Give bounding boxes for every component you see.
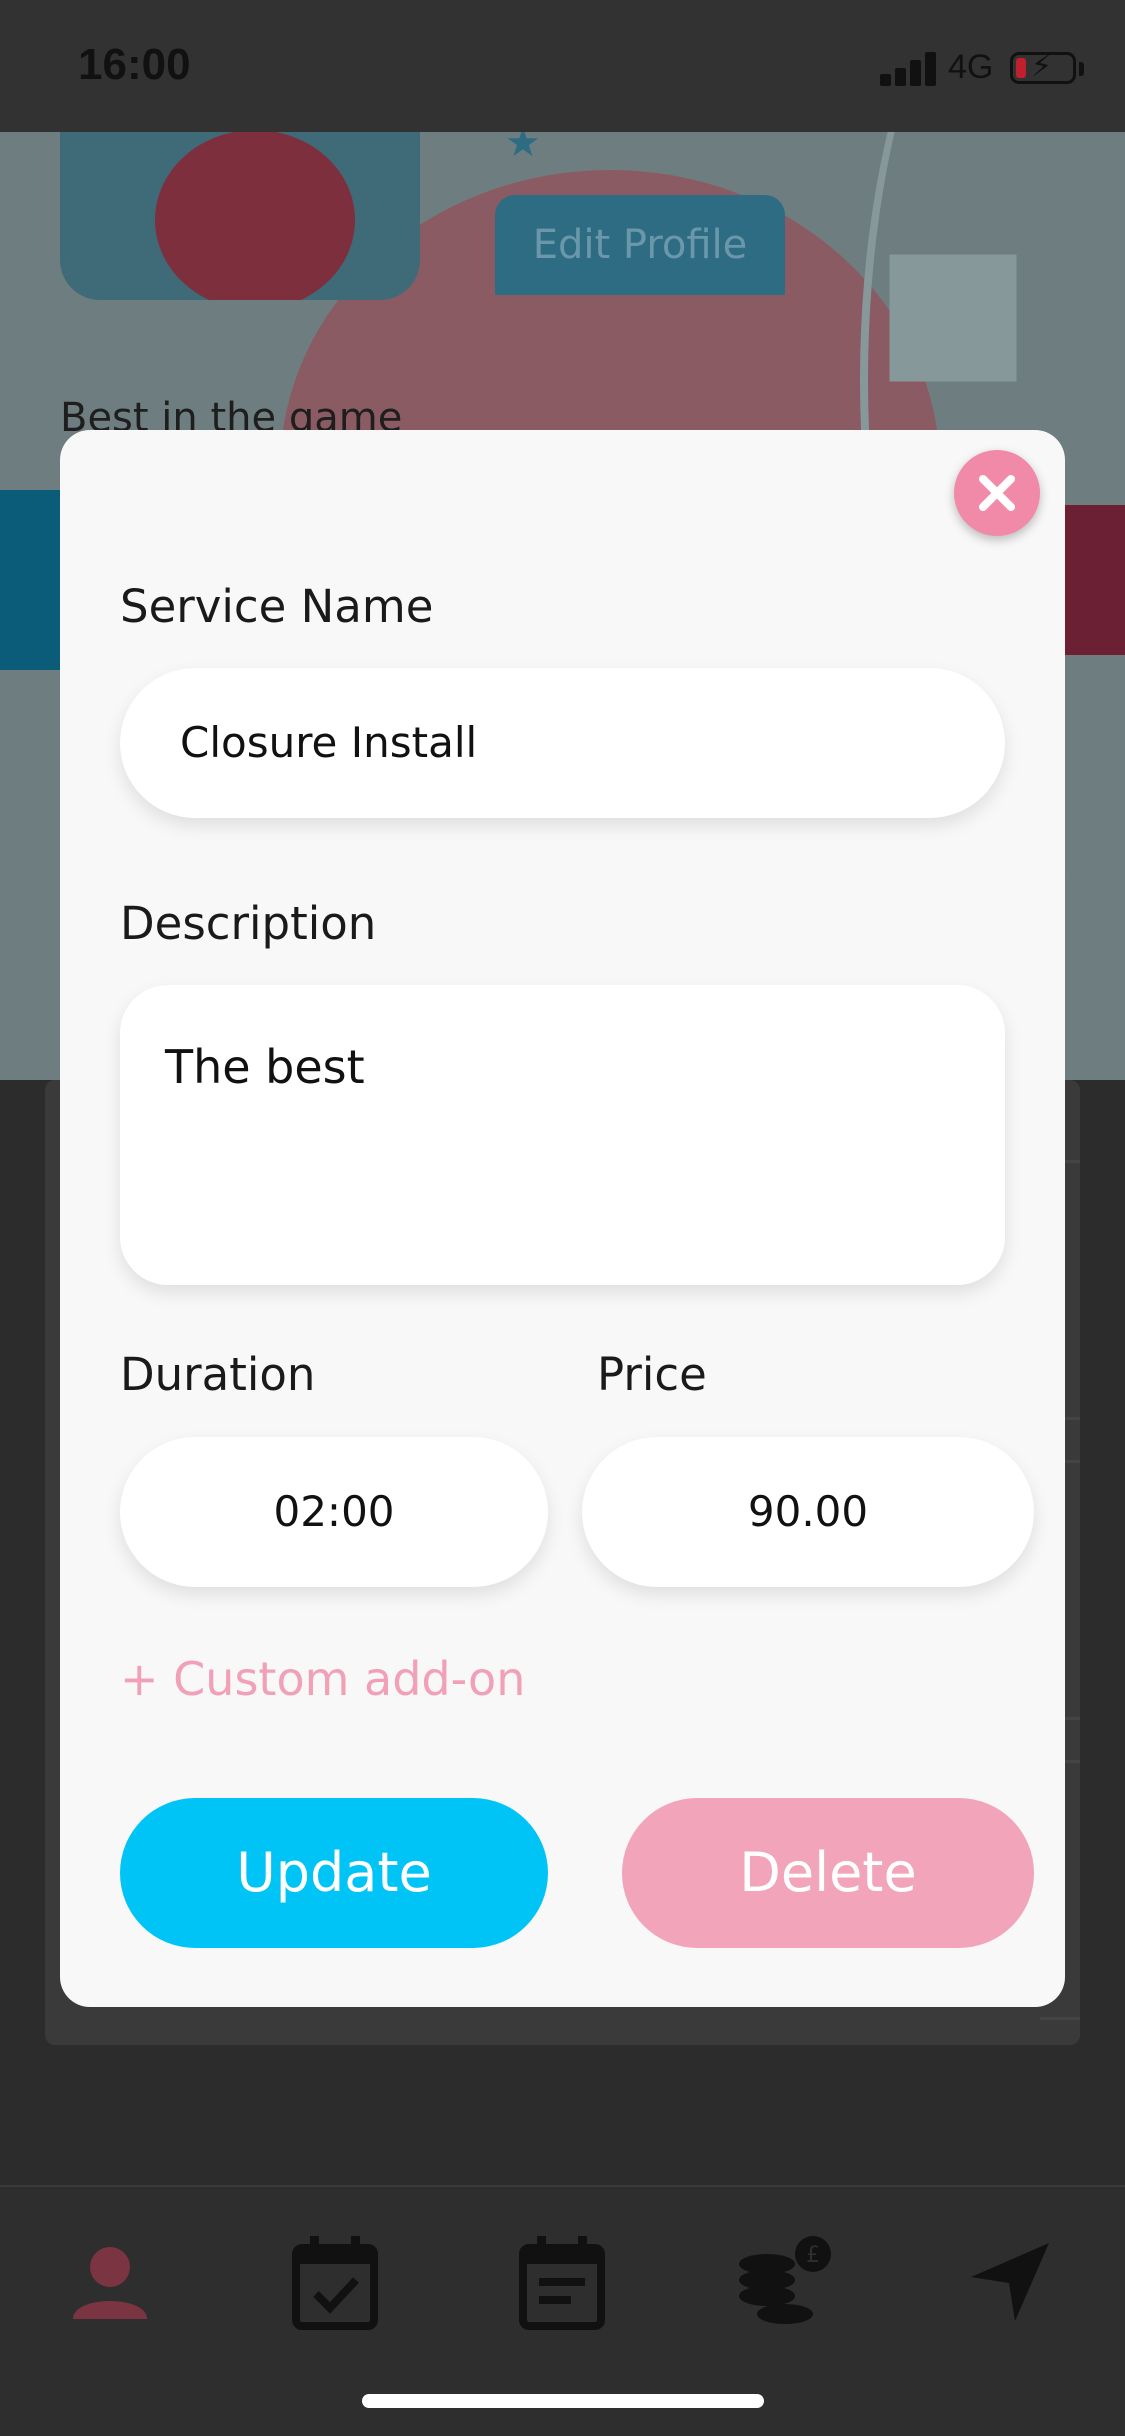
service-name-input[interactable]: Closure Install	[120, 668, 1005, 818]
tab-earnings[interactable]: £	[730, 2227, 840, 2337]
tab-bookings[interactable]	[280, 2227, 390, 2337]
signal-icon	[880, 52, 938, 86]
close-button[interactable]	[954, 450, 1040, 536]
close-icon	[979, 475, 1015, 511]
calendar-notes-icon	[519, 2236, 605, 2330]
battery-cap	[1079, 62, 1084, 76]
tab-navigation[interactable]	[955, 2227, 1065, 2337]
description-label: Description	[120, 897, 377, 950]
tab-schedule[interactable]	[507, 2227, 617, 2337]
custom-addon-link[interactable]: + Custom add-on	[120, 1652, 525, 1706]
home-indicator	[362, 2394, 764, 2408]
description-input[interactable]: The best	[120, 985, 1005, 1285]
price-label: Price	[597, 1348, 707, 1401]
app-screen: ★ Edit Profile Best in the game 16:00 4G…	[0, 0, 1125, 2436]
svg-text:£: £	[806, 2243, 820, 2268]
status-time: 16:00	[78, 40, 191, 89]
price-input[interactable]: 90.00	[582, 1437, 1034, 1587]
duration-input[interactable]: 02:00	[120, 1437, 548, 1587]
status-bar: 16:00 4G ⚡	[0, 0, 1125, 132]
edit-service-modal: Service Name Closure Install Description…	[60, 430, 1065, 2007]
coins-pound-icon: £	[739, 2236, 831, 2324]
profile-logo	[155, 130, 355, 300]
profile-icon	[73, 2247, 147, 2319]
delete-button[interactable]: Delete	[622, 1798, 1034, 1948]
network-label: 4G	[948, 48, 994, 86]
update-button[interactable]: Update	[120, 1798, 548, 1948]
tab-profile[interactable]	[55, 2227, 165, 2337]
battery-icon: ⚡	[1010, 49, 1076, 84]
service-name-label: Service Name	[120, 580, 434, 633]
edit-profile-button: Edit Profile	[495, 195, 785, 295]
duration-label: Duration	[120, 1348, 316, 1401]
calendar-check-icon	[292, 2236, 378, 2330]
navigation-arrow-icon	[971, 2243, 1049, 2321]
